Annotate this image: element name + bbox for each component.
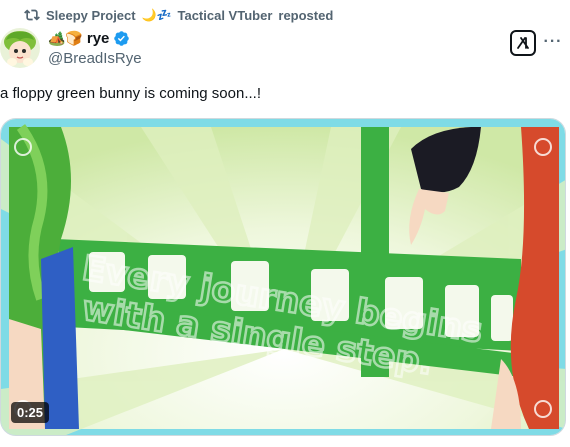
- more-icon[interactable]: ···: [543, 33, 563, 50]
- name-emojis: 🏕️🍞: [48, 30, 83, 46]
- repost-icon: [24, 7, 40, 23]
- author-handle[interactable]: @BreadIsRye: [48, 50, 142, 67]
- avatar[interactable]: [0, 28, 40, 68]
- video-thumbnail: Every journey begins with a single step.: [1, 119, 565, 435]
- repost-emoji: 🌙💤: [141, 8, 172, 22]
- grok-icon[interactable]: [510, 30, 536, 56]
- video-duration-badge: 0:25: [11, 402, 50, 423]
- repost-account[interactable]: Sleepy Project: [46, 8, 136, 23]
- author-display-name[interactable]: rye: [87, 30, 110, 47]
- repost-context[interactable]: Sleepy Project 🌙💤 Tactical VTuber repost…: [24, 6, 333, 24]
- reposter-name[interactable]: Tactical VTuber: [178, 8, 273, 23]
- author-name-row[interactable]: 🏕️🍞 rye: [48, 30, 130, 47]
- post-header: 🏕️🍞 rye @BreadIsRye ···: [0, 26, 570, 72]
- verified-badge-icon[interactable]: [113, 30, 130, 47]
- post-text: a floppy green bunny is coming soon...!: [0, 85, 261, 102]
- video-player[interactable]: Every journey begins with a single step.…: [0, 118, 566, 436]
- repost-suffix: reposted: [278, 7, 334, 23]
